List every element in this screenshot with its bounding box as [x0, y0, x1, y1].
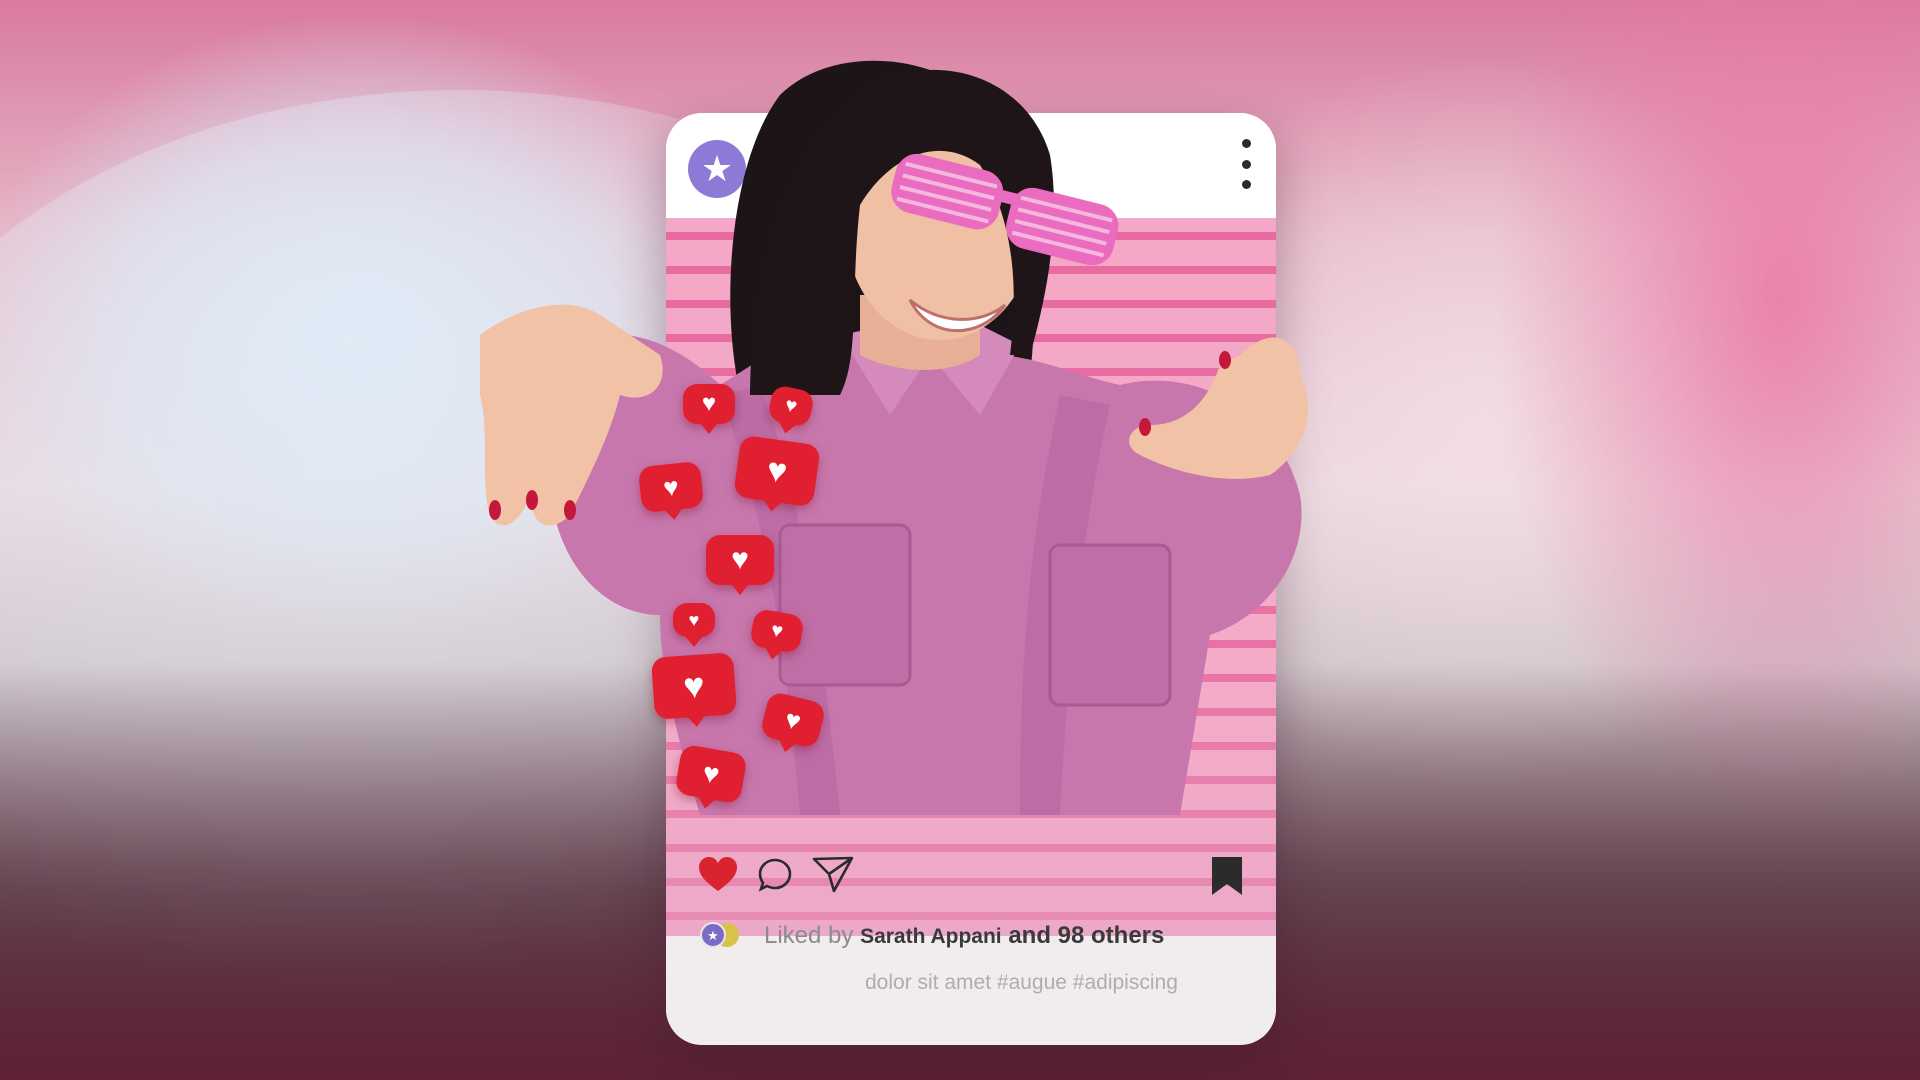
more-dot [1241, 159, 1251, 169]
like-heart-icon[interactable] [697, 855, 739, 893]
heart-notification-icon: ♥ [706, 535, 774, 595]
heart-notification-icon: ♥ [733, 434, 821, 508]
heart-notification-icon: ♥ [683, 384, 735, 434]
profile-avatar-star-icon[interactable]: ★ [688, 140, 746, 198]
save-bookmark-icon[interactable] [1211, 856, 1243, 896]
comment-bubble-icon[interactable] [757, 857, 793, 893]
liked-by-prefix: Liked by [764, 922, 854, 949]
share-paper-plane-icon[interactable] [812, 855, 854, 893]
post-header: ★ [666, 113, 1276, 218]
post-caption: dolor sit amet #augue #adipiscing [865, 971, 1178, 994]
more-dot [1241, 139, 1251, 148]
liker-avatars: ★ [700, 922, 739, 948]
svg-text:★: ★ [707, 929, 719, 944]
liked-by-text: Liked by Sarath Appani and 98 others [764, 922, 1164, 950]
liked-by-others-link[interactable]: and 98 others [1008, 922, 1164, 949]
heart-notification-icon: ♥ [673, 603, 715, 647]
liked-by-user-link[interactable]: Sarath Appani [860, 925, 1002, 948]
heart-notification-icon: ♥ [637, 460, 705, 514]
more-dot [1241, 180, 1251, 189]
more-options-icon[interactable] [1234, 139, 1258, 189]
heart-notification-icon: ♥ [650, 652, 738, 720]
